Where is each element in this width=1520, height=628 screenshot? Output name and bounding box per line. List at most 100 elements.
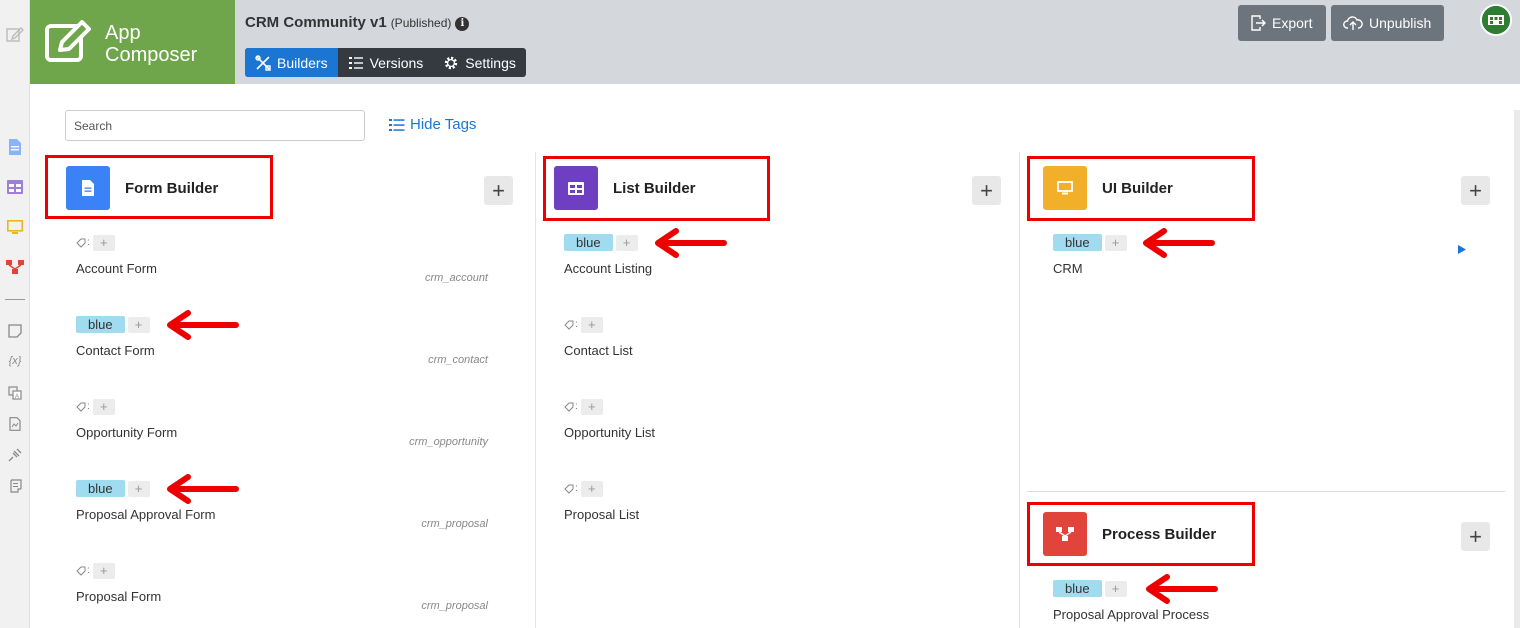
tag-icon: [564, 484, 574, 494]
tag-row: : +: [564, 398, 603, 415]
app-header: App Composer CRM Community v1 (Published)…: [30, 0, 1520, 84]
note-icon[interactable]: [6, 322, 24, 340]
tag-blue[interactable]: blue: [76, 316, 125, 333]
info-icon[interactable]: i: [455, 17, 470, 31]
tag-row: blue +: [1053, 580, 1127, 597]
tag-label: :: [564, 401, 578, 412]
add-form-button[interactable]: +: [484, 176, 513, 205]
process-builder-nav-icon[interactable]: [6, 258, 24, 276]
composer-logo-icon: [44, 20, 92, 69]
tag-row: : +: [564, 480, 603, 497]
column-divider: [1019, 152, 1020, 628]
add-tag-button[interactable]: +: [1104, 234, 1127, 251]
list-item[interactable]: Opportunity List: [564, 425, 655, 440]
export-label: Export: [1272, 15, 1313, 31]
add-tag-button[interactable]: +: [92, 234, 115, 251]
scrollbar[interactable]: [1514, 110, 1520, 628]
document-icon: [66, 166, 110, 210]
search-input[interactable]: [65, 110, 365, 141]
report-icon[interactable]: [6, 415, 24, 433]
tag-blue[interactable]: blue: [564, 234, 613, 251]
tag-row: : +: [76, 234, 115, 251]
add-tag-button[interactable]: +: [580, 316, 603, 333]
list-item[interactable]: CRM: [1053, 261, 1083, 276]
list-item[interactable]: Proposal Approval Form: [76, 507, 215, 522]
edit-app-icon[interactable]: [6, 25, 24, 43]
tab-settings[interactable]: Settings: [433, 48, 526, 77]
tab-builders-label: Builders: [277, 54, 328, 71]
add-tag-button[interactable]: +: [127, 480, 150, 497]
hide-tags-label: Hide Tags: [410, 116, 477, 133]
play-icon[interactable]: [1458, 245, 1466, 254]
list-icon: [348, 56, 363, 69]
hide-tags-link[interactable]: Hide Tags: [389, 116, 476, 133]
list-item[interactable]: Account Form: [76, 261, 157, 276]
add-process-button[interactable]: +: [1461, 522, 1490, 551]
avatar[interactable]: [1480, 4, 1512, 36]
tag-blue[interactable]: blue: [1053, 234, 1102, 251]
column-divider: [535, 152, 536, 628]
list-builder-nav-icon[interactable]: [6, 178, 24, 196]
item-id: crm_proposal: [421, 600, 488, 612]
tag-row: blue +: [76, 480, 150, 497]
list-item[interactable]: Contact List: [564, 343, 633, 358]
variable-icon[interactable]: {x}: [6, 352, 24, 370]
item-id: crm_contact: [428, 354, 488, 366]
add-tag-button[interactable]: +: [615, 234, 638, 251]
translate-icon[interactable]: A: [6, 384, 24, 402]
tab-versions-label: Versions: [369, 54, 424, 71]
tab-builders[interactable]: Builders: [245, 48, 338, 77]
add-list-button[interactable]: +: [972, 176, 1001, 205]
tag-row: : +: [564, 316, 603, 333]
form-builder-nav-icon[interactable]: [6, 138, 24, 156]
builder-tabs: Builders Versions Settings: [245, 48, 526, 77]
add-tag-button[interactable]: +: [92, 562, 115, 579]
svg-text:A: A: [15, 394, 19, 400]
ui-builder-header[interactable]: UI Builder: [1043, 158, 1173, 218]
ui-builder-nav-icon[interactable]: [6, 218, 24, 236]
process-builder-header[interactable]: Process Builder: [1043, 504, 1216, 564]
list-item[interactable]: Account Listing: [564, 261, 652, 276]
script-icon[interactable]: [6, 477, 24, 495]
unpublish-button[interactable]: Unpublish: [1331, 5, 1444, 41]
form-builder-header[interactable]: Form Builder: [66, 158, 218, 218]
add-tag-button[interactable]: +: [580, 398, 603, 415]
annotation-arrow-icon: [1143, 228, 1215, 258]
add-tag-button[interactable]: +: [580, 480, 603, 497]
tag-label: :: [564, 319, 578, 330]
tag-icon: [76, 238, 86, 248]
tag-blue[interactable]: blue: [76, 480, 125, 497]
annotation-arrow-icon: [167, 310, 239, 340]
process-icon: [1043, 512, 1087, 556]
plugin-icon[interactable]: [6, 446, 24, 464]
add-ui-button[interactable]: +: [1461, 176, 1490, 205]
add-tag-button[interactable]: +: [92, 398, 115, 415]
list-item[interactable]: Proposal Form: [76, 589, 161, 604]
ui-builder-title: UI Builder: [1102, 179, 1173, 197]
tag-row: blue +: [1053, 234, 1127, 251]
tag-prefix: :: [87, 565, 90, 576]
list-builder-header[interactable]: List Builder: [554, 158, 696, 218]
tag-blue[interactable]: blue: [1053, 580, 1102, 597]
list-item[interactable]: Opportunity Form: [76, 425, 177, 440]
tag-prefix: :: [575, 319, 578, 330]
left-rail: {x} A: [0, 0, 30, 628]
list-item[interactable]: Proposal List: [564, 507, 639, 522]
add-tag-button[interactable]: +: [127, 316, 150, 333]
user-avatar-icon: [1482, 6, 1510, 34]
app-status: (Published): [390, 16, 452, 30]
tag-label: :: [564, 483, 578, 494]
app-title: CRM Community v1 (Published) i: [245, 14, 470, 31]
table-icon: [554, 166, 598, 210]
tab-versions[interactable]: Versions: [338, 48, 434, 77]
rail-divider: [5, 299, 25, 300]
app-name: CRM Community v1: [245, 14, 387, 31]
form-builder-title: Form Builder: [125, 179, 219, 197]
export-button[interactable]: Export: [1238, 5, 1326, 41]
tab-settings-label: Settings: [465, 54, 516, 71]
app-composer-brand[interactable]: App Composer: [30, 0, 235, 84]
list-item[interactable]: Contact Form: [76, 343, 155, 358]
tag-row: blue +: [76, 316, 150, 333]
list-item[interactable]: Proposal Approval Process: [1053, 607, 1209, 622]
add-tag-button[interactable]: +: [1104, 580, 1127, 597]
